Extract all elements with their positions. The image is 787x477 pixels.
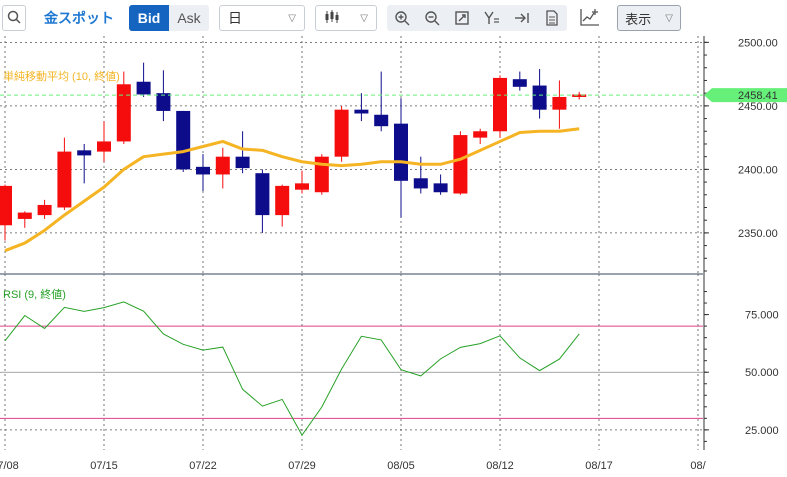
candle-body bbox=[334, 109, 349, 157]
symbol-name[interactable]: 金スポット bbox=[44, 5, 118, 31]
candle-body bbox=[116, 84, 131, 142]
candle-body bbox=[532, 85, 547, 110]
date-tick-label: 08/05 bbox=[387, 460, 415, 472]
candle-body bbox=[354, 109, 369, 114]
date-tick-label: 08/17 bbox=[585, 460, 613, 472]
candle-body bbox=[57, 151, 72, 208]
rsi-tick-label: 25.000 bbox=[745, 425, 779, 437]
period-value: 日 bbox=[228, 10, 242, 26]
candle-body bbox=[156, 93, 171, 111]
candlestick-series bbox=[0, 62, 587, 241]
candle-body bbox=[235, 156, 250, 169]
search-icon bbox=[7, 10, 21, 27]
rsi-tick-label: 75.000 bbox=[745, 310, 779, 322]
date-tick-label: 07/29 bbox=[288, 460, 316, 472]
bid-button[interactable]: Bid bbox=[129, 5, 169, 31]
candle-body bbox=[552, 96, 567, 110]
chevron-down-icon: ▽ bbox=[665, 12, 673, 24]
chevron-down-icon: ▽ bbox=[288, 12, 296, 24]
candle-body bbox=[314, 156, 329, 193]
candle-body bbox=[176, 110, 191, 170]
chart-tools bbox=[387, 5, 567, 31]
candle-body bbox=[473, 131, 488, 138]
zoom-in-icon[interactable] bbox=[391, 7, 413, 29]
chart-grid bbox=[0, 36, 703, 450]
candle-body bbox=[215, 156, 230, 175]
candle-body bbox=[37, 204, 52, 216]
search-button[interactable] bbox=[2, 5, 26, 31]
indicator-button[interactable] bbox=[577, 5, 603, 31]
zoom-out-icon[interactable] bbox=[421, 7, 443, 29]
candle-body bbox=[295, 183, 309, 190]
ask-button[interactable]: Ask bbox=[169, 5, 209, 31]
display-menu-button[interactable]: 表示 ▽ bbox=[617, 5, 681, 31]
candle-body bbox=[413, 178, 428, 189]
indicator-icon bbox=[580, 8, 600, 29]
price-tick-label: 2350.00 bbox=[738, 228, 778, 240]
period-select[interactable]: 日 ▽ bbox=[219, 5, 305, 31]
display-label: 表示 bbox=[625, 11, 652, 27]
chart-type-select[interactable]: ▽ bbox=[315, 5, 377, 31]
moving-average-line bbox=[4, 127, 580, 253]
candle-body bbox=[374, 114, 389, 127]
price-tick-label: 2500.00 bbox=[738, 37, 778, 49]
candle-body bbox=[0, 185, 12, 226]
date-tick-label: 07/08 bbox=[0, 460, 19, 472]
price-chart[interactable]: 2500.00 2450.00 2400.00 2350.00 75.000 50.000… bbox=[0, 36, 787, 477]
rsi-tick-label: 50.000 bbox=[745, 367, 779, 379]
current-price-value: 2458.41 bbox=[738, 90, 778, 102]
candle-body bbox=[77, 150, 92, 156]
date-tick-label: 07/22 bbox=[189, 460, 217, 472]
chevron-down-icon: ▽ bbox=[360, 12, 368, 24]
price-tick-label: 2400.00 bbox=[738, 164, 778, 176]
candlestick-icon bbox=[324, 9, 340, 27]
date-tick-label: 08/12 bbox=[486, 460, 514, 472]
rsi-line bbox=[4, 301, 580, 437]
scroll-right-icon[interactable] bbox=[511, 7, 533, 29]
candle-body bbox=[493, 77, 507, 132]
candle-body bbox=[453, 135, 468, 194]
candle-body bbox=[275, 185, 290, 216]
date-tick-label: 07/15 bbox=[90, 460, 118, 472]
current-price-tag: 2458.41 bbox=[704, 88, 787, 103]
y-axis-icon[interactable] bbox=[481, 7, 503, 29]
candle-body bbox=[136, 81, 151, 95]
chart-axes: 2500.00 2450.00 2400.00 2350.00 75.000 50.000… bbox=[0, 36, 779, 472]
candle-body bbox=[255, 173, 270, 216]
date-tick-label: 08/ bbox=[690, 460, 706, 472]
candle-body bbox=[196, 166, 210, 175]
toolbar: 金スポット Bid Ask 日 ▽ ▽ 表示 ▽ bbox=[0, 0, 787, 36]
rsi-legend-label: RSI (9, 終値) bbox=[3, 287, 66, 301]
candle-body bbox=[512, 79, 527, 87]
ma-legend-label: 単純移動平均 (10, 終値) bbox=[3, 69, 120, 83]
document-icon[interactable] bbox=[541, 7, 563, 29]
candle-body bbox=[97, 141, 111, 152]
candle-body bbox=[394, 123, 408, 181]
fit-icon[interactable] bbox=[451, 7, 473, 29]
price-tick-label: 2450.00 bbox=[738, 101, 778, 113]
candle-body bbox=[433, 183, 448, 193]
candle-body bbox=[17, 212, 32, 219]
